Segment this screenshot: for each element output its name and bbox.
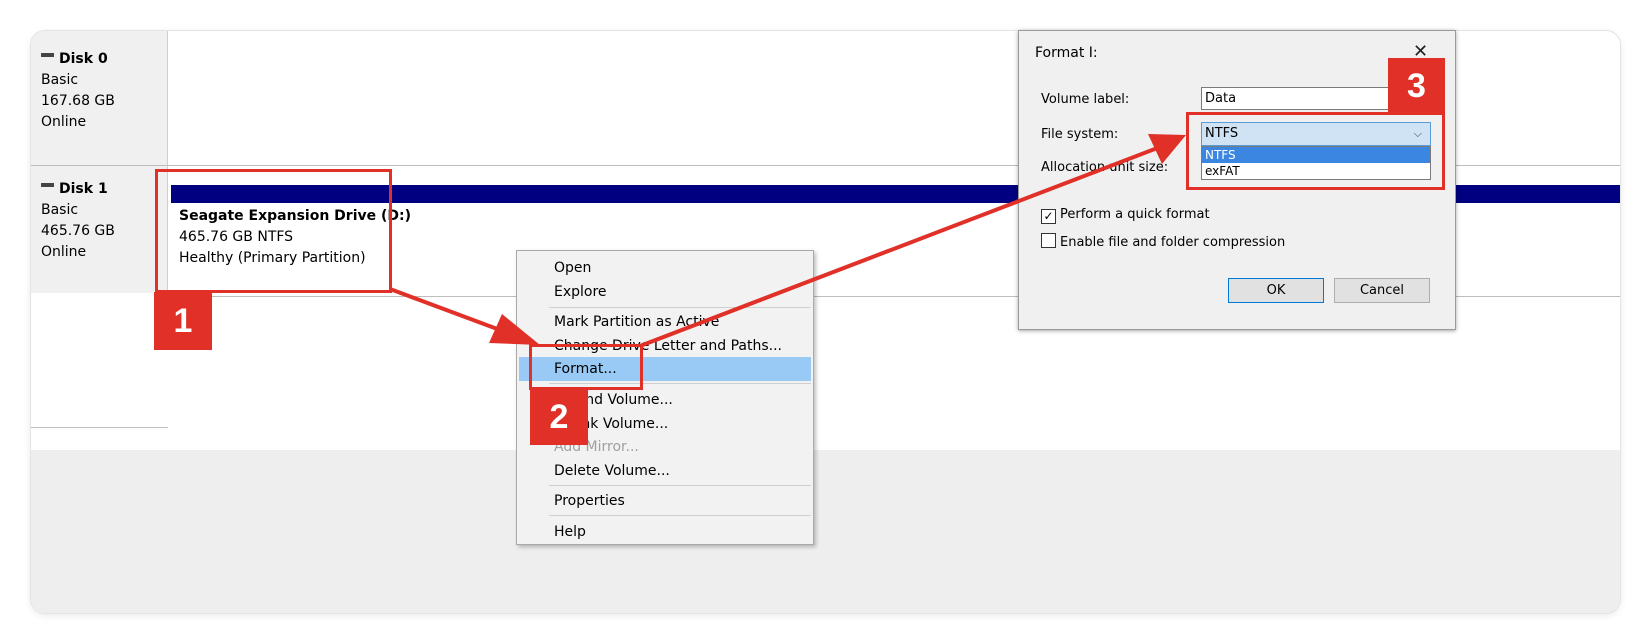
arrow-1-to-2 bbox=[389, 287, 540, 345]
annotation-arrows bbox=[389, 134, 1186, 348]
arrow-2-to-3 bbox=[639, 134, 1186, 348]
